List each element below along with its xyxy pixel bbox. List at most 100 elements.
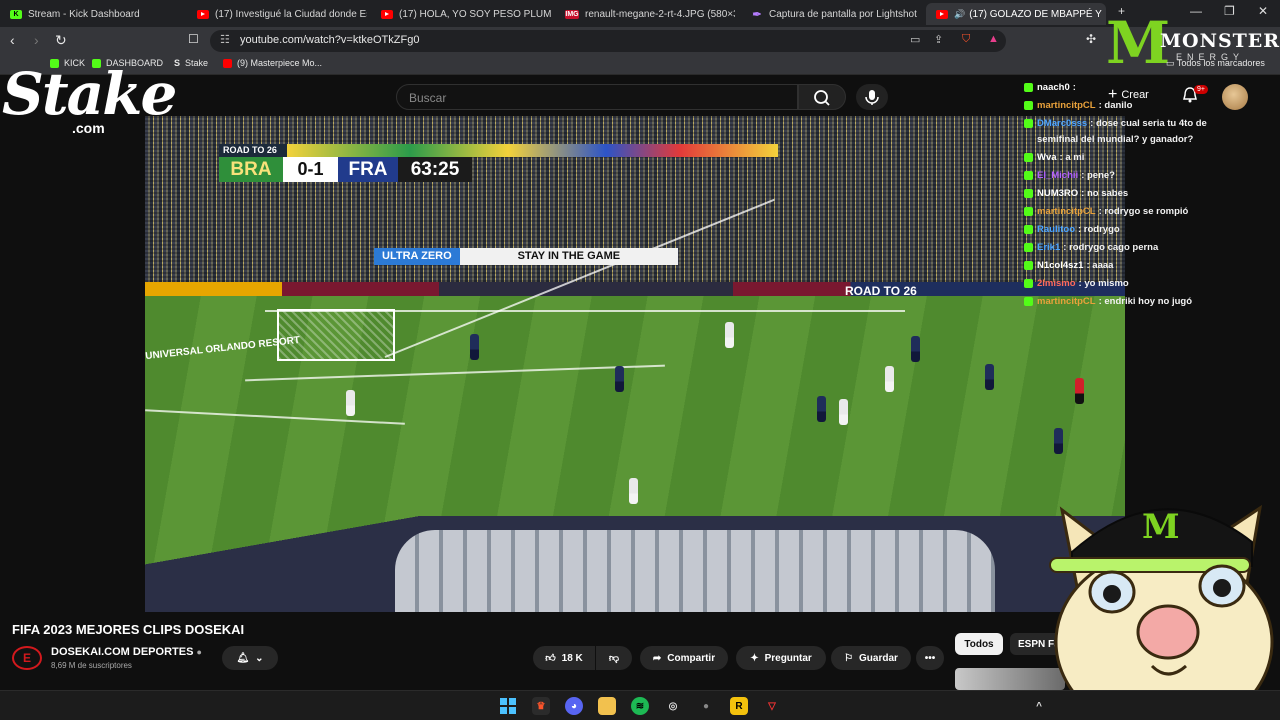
- kick-badge-icon: [1024, 101, 1033, 110]
- reload-icon[interactable]: ↻: [55, 32, 67, 49]
- kick-badge-icon: [1024, 207, 1033, 216]
- kick-badge-icon: [1024, 261, 1033, 270]
- rockstar-icon[interactable]: R: [730, 697, 748, 715]
- dislike-button[interactable]: 👎︎: [596, 646, 632, 670]
- monster-name: MONSTER: [1160, 30, 1280, 52]
- video-player[interactable]: [145, 116, 1125, 612]
- tab-title: (17) Investigué la Ciudad donde Esca: [215, 8, 367, 20]
- extensions-icon[interactable]: ✣: [1086, 32, 1096, 46]
- tab-title: Captura de pantalla por Lightshot: [769, 8, 917, 20]
- cat-pupil-right: [1213, 579, 1231, 597]
- chevron-down-icon: ⌄: [255, 652, 264, 664]
- bell-icon: 🔔︎: [236, 652, 250, 664]
- player: [985, 364, 994, 390]
- ask-button[interactable]: ✦ Preguntar: [736, 646, 826, 670]
- tab-youtube-peso-pluma[interactable]: (17) HOLA, YO SOY PESO PLUMA // I: [371, 3, 551, 25]
- save-button[interactable]: ⚐ Guardar: [831, 646, 911, 670]
- stake-domain: .com: [72, 120, 105, 136]
- chat-message: semifinal del mundial? y ganador?: [1037, 134, 1193, 145]
- tab-youtube-investigue[interactable]: (17) Investigué la Ciudad donde Esca: [187, 3, 367, 25]
- share-label: Compartir: [667, 652, 716, 664]
- stake-logo: Stake .com: [2, 60, 182, 138]
- player: [885, 366, 894, 392]
- chat-text: : danilo: [1098, 100, 1133, 111]
- tab-kick-dashboard[interactable]: K Stream - Kick Dashboard: [0, 3, 186, 25]
- youtube-icon: [197, 9, 209, 19]
- tab-youtube-golazo[interactable]: 🔊 (17) GOLAZO DE MBAPPÉ Y ✕: [926, 3, 1106, 25]
- windows-start-icon[interactable]: [499, 697, 517, 715]
- kick-badge-icon: [1024, 83, 1033, 92]
- forward-icon[interactable]: ›: [34, 32, 39, 48]
- app-icon[interactable]: ▽: [763, 697, 781, 715]
- kick-icon: K: [10, 9, 22, 19]
- spotify-icon[interactable]: ≋: [631, 697, 649, 715]
- chip-todos[interactable]: Todos: [955, 633, 1003, 655]
- lightshot-icon: ✒: [752, 8, 762, 21]
- kick-badge-icon: [1024, 225, 1033, 234]
- team-bench: [395, 530, 995, 612]
- subscribe-bell-button[interactable]: 🔔︎ ⌄: [222, 646, 278, 670]
- chat-username: DMarc0sss: [1037, 118, 1088, 129]
- kick-badge-icon: [1024, 119, 1033, 128]
- chat-username: Erik1: [1037, 242, 1061, 253]
- chat-username: Raulitoo: [1037, 224, 1075, 235]
- share-icon[interactable]: ⇪: [934, 33, 943, 46]
- like-button[interactable]: 👍︎ 18 K: [533, 646, 595, 670]
- avatar[interactable]: [1222, 84, 1248, 110]
- voice-search-button[interactable]: [856, 84, 888, 110]
- all-bookmarks[interactable]: ▭ Todos los marcadores: [1166, 58, 1265, 69]
- file-explorer-icon[interactable]: [598, 697, 616, 715]
- share-button[interactable]: ➦ Compartir: [640, 646, 728, 670]
- bookmark-label: Stake: [185, 58, 209, 68]
- chat-text: : rodrygo se rompió: [1098, 206, 1189, 217]
- more-options-button[interactable]: •••: [916, 646, 944, 670]
- chat-text: : yo mismo: [1078, 278, 1129, 289]
- brave-browser-icon[interactable]: ♛: [532, 697, 550, 715]
- chat-username: N1col4sz1: [1037, 260, 1084, 271]
- more-icon: •••: [924, 652, 936, 664]
- chat-message: martincitpCL: endriki hoy no jugó: [1024, 296, 1192, 307]
- cast-icon[interactable]: ▭: [910, 33, 920, 46]
- kick-badge-icon: [1024, 189, 1033, 198]
- tab-title: renault-megane-2-rt-4.JPG (580×31: [585, 8, 735, 20]
- chat-message: martincitpCL: danilo: [1024, 100, 1132, 111]
- address-bar[interactable]: ☷ youtube.com/watch?v=ktkeOTkZFg0 ▭ ⇪ ⛉ …: [210, 30, 1006, 52]
- system-tray-chevron-icon[interactable]: ^: [1030, 697, 1048, 715]
- chat-text: : a mi: [1059, 152, 1085, 163]
- brave-rewards-icon[interactable]: ▲: [988, 33, 999, 45]
- chat-username: martincitpCL: [1037, 100, 1096, 111]
- player: [470, 334, 479, 360]
- player: [839, 399, 848, 425]
- bookmark-masterpiece[interactable]: (9) Masterpiece Mo...: [223, 58, 322, 68]
- verified-icon: ●: [196, 647, 202, 657]
- channel-avatar[interactable]: E: [12, 646, 42, 670]
- back-icon[interactable]: ‹: [10, 32, 15, 48]
- discord-icon[interactable]: ◕: [565, 697, 583, 715]
- road26-board: ROAD TO 26: [845, 284, 917, 298]
- tournament-banner: [287, 144, 778, 157]
- like-count: 18 K: [561, 652, 583, 664]
- score: 0-1: [283, 157, 338, 182]
- tab-lightshot[interactable]: ✒ Captura de pantalla por Lightshot: [741, 3, 921, 25]
- search-placeholder: Buscar: [409, 91, 447, 105]
- stake-wordmark: Stake: [2, 60, 177, 128]
- search-input[interactable]: Buscar: [396, 84, 798, 110]
- all-bookmarks-label: Todos los marcadores: [1176, 58, 1265, 68]
- player: [817, 396, 826, 422]
- cat-pupil-left: [1103, 585, 1121, 603]
- taskbar: ♛ ◕ ≋ ◎ ● R ▽ ^: [0, 690, 1280, 720]
- channel-name[interactable]: DOSEKAI.COM DEPORTES ●: [51, 646, 202, 658]
- obs-icon[interactable]: ◎: [664, 697, 682, 715]
- tournament-tag: ROAD TO 26: [219, 144, 287, 157]
- site-settings-icon[interactable]: ☷: [220, 33, 230, 46]
- share-icon: ➦: [652, 652, 662, 664]
- chat-message: 2lmismo: yo mismo: [1024, 278, 1129, 289]
- app-icon[interactable]: ●: [697, 697, 715, 715]
- bookmark-icon[interactable]: ☐: [188, 32, 199, 46]
- chat-text: : endriki hoy no jugó: [1098, 296, 1193, 307]
- search-button[interactable]: [798, 84, 846, 110]
- brave-shield-icon[interactable]: ⛉: [962, 33, 970, 46]
- tab-title: (17) GOLAZO DE MBAPPÉ Y: [969, 8, 1102, 20]
- tab-renault-image[interactable]: IMG renault-megane-2-rt-4.JPG (580×31: [555, 3, 735, 25]
- match-clock: 63:25: [398, 157, 472, 182]
